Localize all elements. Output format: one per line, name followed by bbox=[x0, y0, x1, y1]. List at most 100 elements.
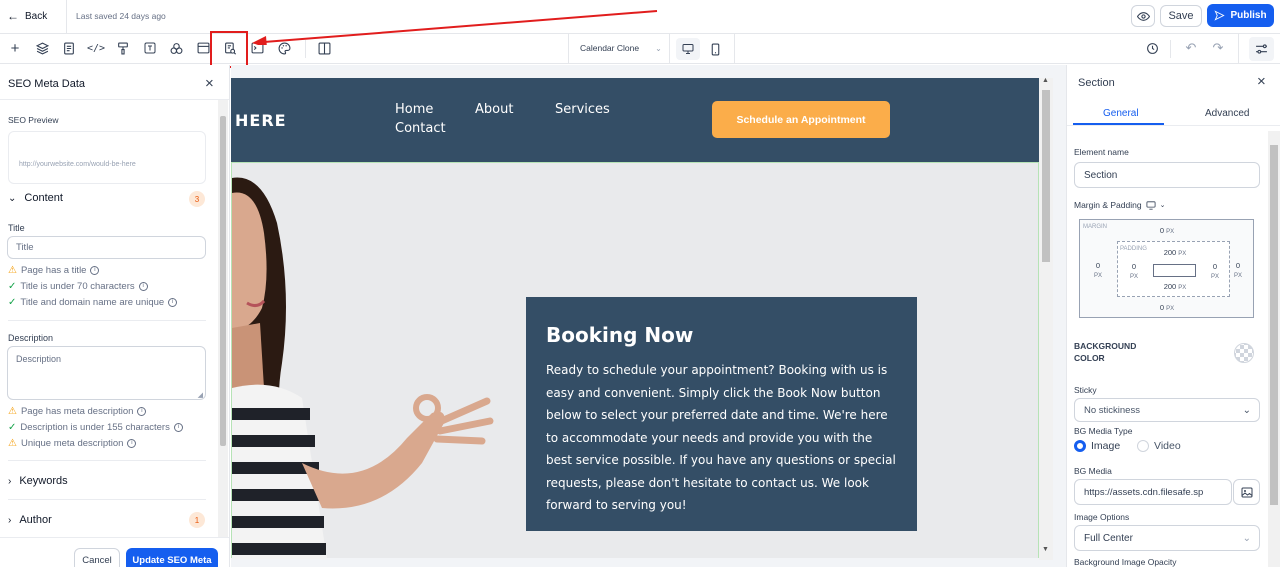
update-seo-meta-button[interactable]: Update SEO Meta bbox=[126, 548, 218, 567]
description-check: ⚠ Page has meta description i bbox=[8, 406, 147, 417]
scroll-down-icon[interactable]: ▼ bbox=[1042, 546, 1049, 553]
site-header[interactable]: HERE Home About Services Contact Schedul… bbox=[231, 78, 1039, 162]
settings-panel-button[interactable] bbox=[1249, 37, 1274, 61]
save-button[interactable]: Save bbox=[1160, 5, 1202, 27]
scrollbar-thumb[interactable] bbox=[1042, 90, 1050, 262]
text-button[interactable] bbox=[140, 38, 160, 58]
keywords-label: Keywords bbox=[19, 475, 68, 487]
element-name-label: Element name bbox=[1074, 147, 1129, 157]
media-type-video-radio[interactable]: Video bbox=[1137, 440, 1181, 452]
info-icon: i bbox=[138, 282, 148, 291]
checkmark-icon: ✓ bbox=[8, 422, 17, 433]
hero-section[interactable]: Booking Now Ready to schedule your appoi… bbox=[231, 162, 1039, 559]
margin-bottom[interactable]: 0 PX bbox=[1152, 303, 1182, 312]
chevron-right-icon: › bbox=[8, 514, 12, 526]
check-text: Page has a title bbox=[20, 265, 87, 276]
close-panel-button[interactable]: × bbox=[1257, 73, 1266, 90]
padding-right[interactable]: 0 PX bbox=[1205, 262, 1225, 280]
annotation-arrow bbox=[252, 10, 658, 45]
add-element-button[interactable]: + bbox=[5, 38, 25, 58]
padding-box: PADDING 200 PX 0 PX 0 PX 200 PX bbox=[1117, 241, 1230, 297]
schedule-appointment-button[interactable]: Schedule an Appointment bbox=[712, 101, 890, 138]
mobile-view-button[interactable] bbox=[705, 38, 725, 60]
back-button[interactable]: ← Back bbox=[7, 9, 47, 23]
padding-bottom-value: 200 bbox=[1163, 282, 1177, 291]
nav-about[interactable]: About bbox=[475, 102, 513, 117]
canvas-scrollbar[interactable]: ▲ ▼ bbox=[1039, 77, 1053, 560]
eye-icon bbox=[1136, 11, 1150, 21]
divider bbox=[734, 34, 735, 64]
check-text: Page has meta description bbox=[20, 406, 134, 417]
code-button[interactable]: </> bbox=[86, 38, 106, 58]
content-section-label: Content bbox=[24, 192, 63, 204]
elements-icon bbox=[170, 42, 182, 54]
margin-right[interactable]: 0 PX bbox=[1228, 261, 1248, 279]
scrollbar-thumb[interactable] bbox=[220, 116, 226, 446]
left-panel-scrollbar[interactable] bbox=[218, 100, 228, 537]
booking-card[interactable]: Booking Now Ready to schedule your appoi… bbox=[526, 297, 917, 531]
publish-button[interactable]: Publish bbox=[1207, 4, 1274, 27]
media-type-image-radio[interactable]: Image bbox=[1074, 440, 1120, 452]
sticky-value: No stickiness bbox=[1084, 404, 1140, 416]
pages-button[interactable] bbox=[59, 38, 79, 58]
unit-label: PX bbox=[1210, 274, 1219, 280]
send-icon bbox=[1214, 10, 1226, 21]
close-panel-button[interactable]: × bbox=[205, 75, 214, 92]
title-label: Title bbox=[8, 223, 25, 233]
margin-top[interactable]: 0 PX bbox=[1152, 226, 1182, 235]
paint-roller-icon bbox=[118, 42, 128, 54]
content-section-toggle[interactable]: ⌄ Content bbox=[8, 192, 63, 204]
tab-general[interactable]: General bbox=[1103, 108, 1139, 119]
image-options-select[interactable]: Full Center ⌄ bbox=[1074, 525, 1260, 551]
chevron-down-icon: ⌄ bbox=[1242, 404, 1251, 416]
description-check: ⚠ Unique meta description i bbox=[8, 438, 137, 449]
seo-preview-label: SEO Preview bbox=[8, 115, 59, 125]
unit-label: PX bbox=[1233, 273, 1242, 279]
scrollbar-thumb[interactable] bbox=[1270, 145, 1278, 505]
undo-button[interactable]: ↶ bbox=[1181, 38, 1201, 58]
background-color-swatch[interactable] bbox=[1234, 343, 1254, 363]
element-name-input[interactable]: Section bbox=[1074, 162, 1260, 188]
right-panel-scrollbar[interactable] bbox=[1268, 131, 1280, 567]
scroll-up-icon[interactable]: ▲ bbox=[1042, 77, 1049, 84]
desktop-view-button[interactable] bbox=[676, 38, 700, 60]
cancel-button[interactable]: Cancel bbox=[74, 548, 120, 567]
close-icon: × bbox=[205, 75, 214, 92]
info-icon: i bbox=[137, 407, 147, 416]
author-section-toggle[interactable]: › Author bbox=[8, 514, 52, 526]
description-textarea[interactable]: Description ◢ bbox=[7, 346, 206, 400]
preview-button[interactable] bbox=[1131, 5, 1155, 27]
divider bbox=[669, 34, 670, 64]
desktop-icon bbox=[682, 44, 694, 54]
history-button[interactable] bbox=[1142, 38, 1162, 58]
sticky-select[interactable]: No stickiness ⌄ bbox=[1074, 398, 1260, 422]
divider bbox=[66, 0, 67, 34]
redo-button[interactable]: ↷ bbox=[1208, 38, 1228, 58]
seo-preview-box: http://yourwebsite.com/would-be-here bbox=[8, 131, 206, 184]
padding-bottom[interactable]: 200 PX bbox=[1155, 282, 1195, 291]
image-options-label: Image Options bbox=[1074, 512, 1130, 522]
title-input[interactable]: Title bbox=[7, 236, 206, 259]
nav-home[interactable]: Home bbox=[395, 102, 433, 117]
nav-services[interactable]: Services bbox=[555, 102, 610, 117]
tab-advanced[interactable]: Advanced bbox=[1205, 108, 1249, 119]
warning-icon: ⚠ bbox=[8, 406, 17, 417]
padding-top[interactable]: 200 PX bbox=[1155, 248, 1195, 257]
chevron-right-icon: › bbox=[8, 475, 12, 487]
paint-button[interactable] bbox=[113, 38, 133, 58]
close-icon: × bbox=[1257, 73, 1266, 90]
unit-label: PX bbox=[1166, 306, 1175, 312]
redo-icon: ↷ bbox=[1212, 40, 1224, 55]
bg-media-picker-button[interactable] bbox=[1233, 479, 1260, 505]
nav-contact[interactable]: Contact bbox=[395, 121, 446, 136]
booking-text: Ready to schedule your appointment? Book… bbox=[546, 363, 896, 512]
divider bbox=[8, 499, 206, 500]
desktop-icon[interactable] bbox=[1146, 200, 1156, 210]
image-options-value: Full Center bbox=[1084, 532, 1133, 544]
bg-media-input[interactable]: https://assets.cdn.filesafe.sp bbox=[1074, 479, 1232, 505]
keywords-section-toggle[interactable]: › Keywords bbox=[8, 475, 68, 487]
elements-button[interactable] bbox=[166, 38, 186, 58]
layers-button[interactable] bbox=[32, 38, 52, 58]
margin-left[interactable]: 0 PX bbox=[1088, 261, 1108, 279]
padding-left[interactable]: 0 PX bbox=[1124, 262, 1144, 280]
